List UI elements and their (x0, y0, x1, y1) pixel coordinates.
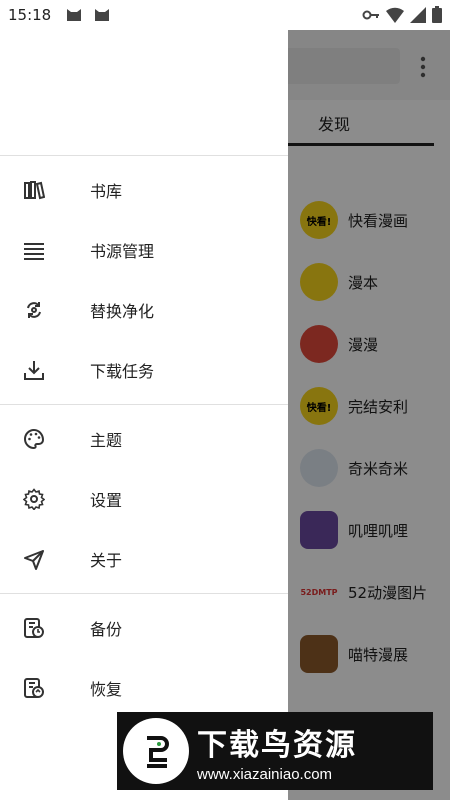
cat-notification-icon (67, 9, 81, 21)
watermark-banner: 下载鸟资源 www.xiazainiao.com (117, 712, 433, 790)
navigation-drawer: 书库 书源管理 替换净化 下载任务 主题 设置 关于 备份 恢复 (0, 30, 288, 800)
send-icon (22, 547, 46, 571)
battery-icon (432, 6, 442, 23)
menu-label: 下载任务 (90, 362, 155, 381)
menu-label: 关于 (90, 551, 123, 570)
menu-label: 书库 (90, 182, 123, 201)
status-bar: 15:18 (0, 0, 450, 30)
vpn-key-icon (362, 10, 379, 19)
menu-item-settings[interactable]: 设置 (0, 469, 288, 529)
menu-item-about[interactable]: 关于 (0, 529, 288, 589)
menu-label: 主题 (90, 431, 123, 450)
menu-group-settings: 主题 设置 关于 (0, 405, 288, 594)
menu-label: 替换净化 (90, 302, 155, 321)
menu-label: 设置 (90, 491, 123, 510)
menu-item-download[interactable]: 下载任务 (0, 340, 288, 400)
list-icon (22, 238, 46, 262)
palette-icon (22, 427, 46, 451)
restore-icon (22, 676, 46, 700)
download-icon (22, 358, 46, 382)
menu-label: 书源管理 (90, 242, 155, 261)
menu-label: 恢复 (90, 680, 123, 699)
menu-item-bookshelf[interactable]: 书库 (0, 160, 288, 220)
status-icons (362, 6, 442, 23)
drawer-header (0, 30, 288, 156)
menu-item-theme[interactable]: 主题 (0, 409, 288, 469)
menu-item-replace[interactable]: 替换净化 (0, 280, 288, 340)
watermark-title: 下载鸟资源 (197, 727, 357, 763)
watermark-url: www.xiazainiao.com (197, 765, 333, 783)
refresh-search-icon (22, 298, 46, 322)
cat-notification-icon (95, 9, 109, 21)
gear-icon (22, 487, 46, 511)
menu-group-backup: 备份 恢复 (0, 594, 288, 722)
menu-item-source-manage[interactable]: 书源管理 (0, 220, 288, 280)
signal-icon (410, 6, 426, 23)
status-time: 15:18 (8, 6, 52, 24)
wifi-icon (386, 7, 404, 23)
backup-icon (22, 616, 46, 640)
menu-group-main: 书库 书源管理 替换净化 下载任务 (0, 156, 288, 405)
bookshelf-icon (22, 178, 46, 202)
watermark-text: 下载鸟资源 www.xiazainiao.com (197, 720, 357, 783)
bird-logo-icon (123, 718, 189, 784)
menu-item-restore[interactable]: 恢复 (0, 658, 288, 718)
menu-label: 备份 (90, 620, 123, 639)
menu-item-backup[interactable]: 备份 (0, 598, 288, 658)
